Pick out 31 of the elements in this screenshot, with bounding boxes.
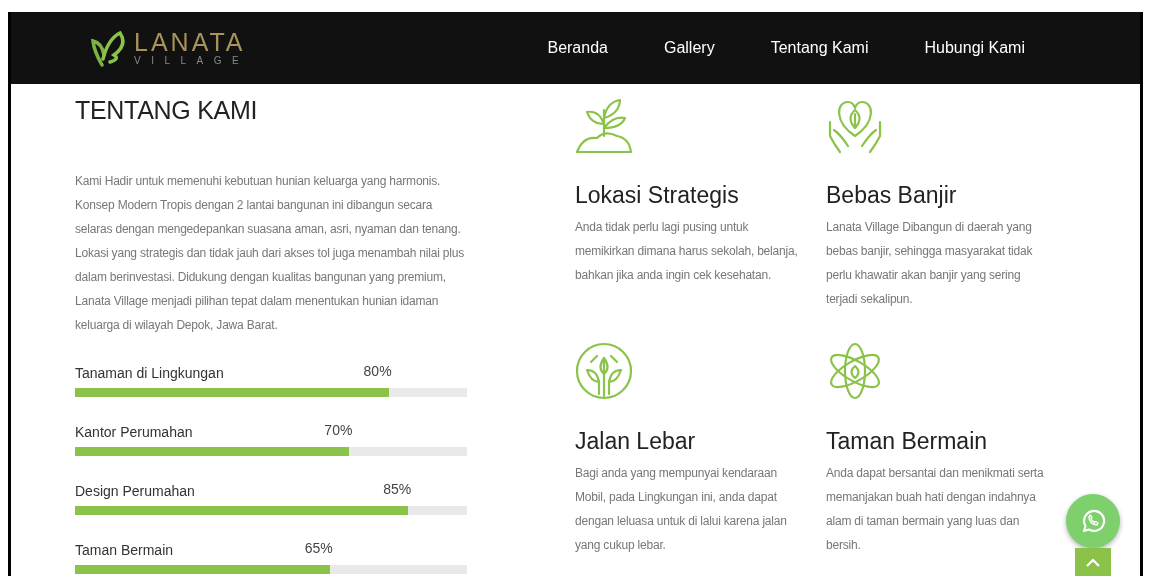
skill-percent: 65% xyxy=(304,540,333,558)
about-paragraph: Kami Hadir untuk memenuhi kebutuan hunian keluarga yang harmonis. Konsep Modern Tropis dengan 2 lantai bangunan ini dibangun secara selaras dengan mengedepankan suasana aman, asri, nyaman dan tenang. Lokasi yang strategis dan tidak jauh dari akses tol juga menambah nilai plus dalam berinvestasi. Didukung dengan kualitas bangunan yang premium, Lanata Village menjadi pilihan tepat dalam menentukan hunian idaman keluarga di wilayah Depok, Jawa Barat. xyxy=(75,173,466,334)
nav-link[interactable]: Tentang Kami xyxy=(770,39,869,57)
skill-label: Kantor Perumahan xyxy=(75,424,193,440)
feature-title: Bebas Banjir xyxy=(826,182,958,209)
feature-description: Bagi anda yang mempunyai kendaraan Mobil, pada Lingkungan ini, anda dapat dengan leluasa untuk di lalui karena jalan yang cukup lebar. xyxy=(575,465,788,554)
feature-description: Anda dapat bersantai dan menikmati serta memanjakan buah hati dengan indahnya alam di taman bermain yang luas dan bersih. xyxy=(826,465,1045,554)
section-title: TENTANG KAMI xyxy=(75,96,259,125)
skill-label: Taman Bermain xyxy=(75,542,174,558)
skill-label: Tanaman di Lingkungan xyxy=(75,365,224,381)
chat-button[interactable] xyxy=(1066,494,1120,548)
feature-description: Lanata Village Dibangun di daerah yang bebas banjir, sehingga masyarakat tidak perlu khawatir akan banjir yang sering terjadi sekalipun. xyxy=(826,219,1034,308)
nav-link[interactable]: Beranda xyxy=(547,39,608,57)
plant-circle-icon xyxy=(575,342,633,400)
leaf-logo-icon xyxy=(90,29,128,67)
sprout-icon xyxy=(575,96,633,154)
feature-title: Lokasi Strategis xyxy=(575,182,740,209)
skill-percent: 80% xyxy=(363,363,392,381)
skill-label: Design Perumahan xyxy=(75,483,195,499)
logo-tagline: VILLAGE xyxy=(134,56,250,66)
chat-bubble-icon xyxy=(1080,508,1106,534)
nav-link[interactable]: Hubungi Kami xyxy=(924,39,1025,57)
chevron-up-icon xyxy=(1086,558,1100,567)
skill-percent: 85% xyxy=(383,481,412,499)
logo-name: LANATA xyxy=(134,30,247,55)
feature-title: Jalan Lebar xyxy=(575,428,697,455)
nav-link[interactable]: Gallery xyxy=(663,39,715,57)
skill-percent: 70% xyxy=(324,422,353,440)
feature-description: Anda tidak perlu lagi pusing untuk memikirkan dimana harus sekolah, belanja, bahkan jika anda ingin cek kesehatan. xyxy=(575,219,799,284)
feature-title: Taman Bermain xyxy=(826,428,989,455)
scroll-top-button[interactable] xyxy=(1075,548,1111,576)
